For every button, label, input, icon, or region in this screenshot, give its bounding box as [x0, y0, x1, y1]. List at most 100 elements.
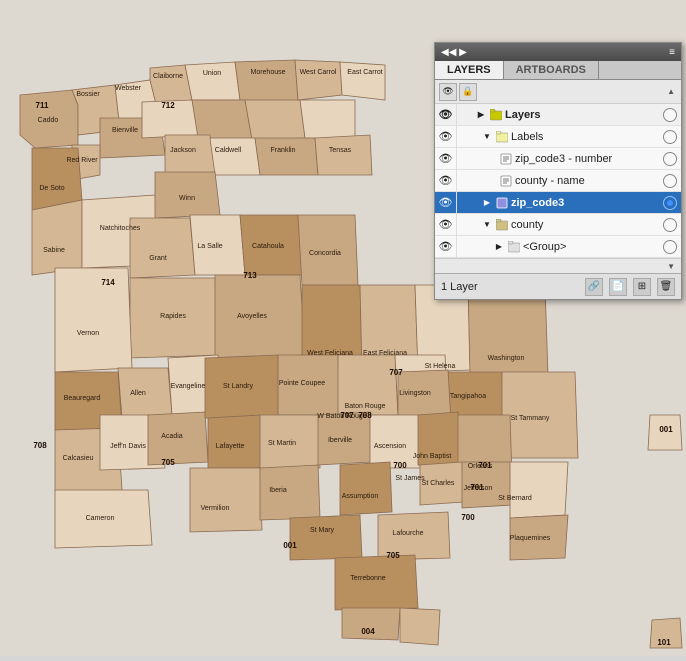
- panel-header: ◀◀ ▶ ≡: [435, 43, 681, 61]
- panel-footer: 1 Layer 🔗 📄 ⊞ 🗑: [435, 273, 681, 299]
- scroll-down-btn[interactable]: ▼: [665, 262, 677, 271]
- layer-eye-group[interactable]: 👁: [435, 236, 457, 258]
- stmary-parish: [290, 515, 362, 560]
- coastal-101: [650, 618, 682, 648]
- grant-parish: [130, 218, 195, 278]
- layer-eye-county[interactable]: 👁: [435, 214, 457, 236]
- layer-expand-county[interactable]: ▼: [481, 219, 493, 231]
- layer-county-icon: [495, 218, 509, 232]
- layer-row-county[interactable]: 👁 ▼ county: [435, 214, 681, 236]
- lafayette-parish: [208, 415, 262, 468]
- lock-icon: 🔒: [462, 86, 473, 97]
- layer-group-icon: [507, 240, 521, 254]
- layer-zip-number-icon: [499, 152, 513, 166]
- layer-expand-zip-number: [493, 153, 497, 165]
- layer-circle-group[interactable]: [663, 240, 677, 254]
- lafourche-parish: [378, 512, 450, 560]
- layer-row-layers[interactable]: 👁 ▶ Layers: [435, 104, 681, 126]
- avoyelles-parish: [215, 275, 305, 358]
- layer-lock-county-name: [457, 170, 471, 192]
- terrebonne-parish: [335, 555, 418, 610]
- catahoula-parish: [240, 215, 302, 275]
- ouachita-parish: [192, 100, 252, 140]
- stcharles-parish: [420, 462, 464, 505]
- layer-name-zip-number: zip_code3 - number: [515, 153, 663, 165]
- scroll-up-btn[interactable]: ▲: [665, 87, 677, 96]
- layer-row-county-name[interactable]: 👁 county - name: [435, 170, 681, 192]
- tab-artboards[interactable]: ARTBOARDS: [504, 61, 599, 79]
- layers-panel: ◀◀ ▶ ≡ LAYERS ARTBOARDS 👁 🔒 ▲ 👁 ▶: [434, 42, 682, 300]
- morehouse-parish: [235, 60, 298, 100]
- madison-parish: [300, 100, 355, 138]
- pointecoupee-parish: [278, 355, 340, 415]
- layer-circle-labels[interactable]: [663, 130, 677, 144]
- stmartin-parish: [260, 415, 320, 468]
- eye-icon: 👁: [442, 86, 453, 97]
- iberville-parish: [318, 412, 372, 465]
- link-layers-btn[interactable]: 🔗: [585, 278, 603, 296]
- layer-circle-zip-code3[interactable]: [663, 196, 677, 210]
- eye-toggle-btn[interactable]: 👁: [439, 83, 457, 101]
- layer-row-group[interactable]: 👁 ▶ <Group>: [435, 236, 681, 258]
- layer-eye-zip-code3[interactable]: 👁: [435, 192, 457, 214]
- layer-expand-labels[interactable]: ▼: [481, 131, 493, 143]
- lock-btn[interactable]: 🔒: [459, 83, 477, 101]
- ascension-parish: [370, 415, 420, 468]
- panel-menu-icon[interactable]: ≡: [669, 47, 675, 58]
- allen-parish: [118, 368, 172, 418]
- layer-labels-folder-icon: [495, 130, 509, 144]
- layer-circle-layers[interactable]: [663, 108, 677, 122]
- sabine-parish: [32, 200, 82, 275]
- layer-circle-zip-number[interactable]: [663, 152, 677, 166]
- lincoln-parish: [142, 100, 198, 138]
- layer-lock-labels: [457, 126, 471, 148]
- panel-collapse-icons[interactable]: ◀◀ ▶: [441, 47, 467, 58]
- layer-eye-zip-number[interactable]: 👁: [435, 148, 457, 170]
- layer-circle-county-name[interactable]: [663, 174, 677, 188]
- layer-expand-group[interactable]: ▶: [493, 241, 505, 253]
- layer-row-zip-number[interactable]: 👁 zip_code3 - number: [435, 148, 681, 170]
- caldwell-parish: [210, 138, 260, 175]
- peninsula-area: [342, 608, 400, 640]
- layer-eye-labels[interactable]: 👁: [435, 126, 457, 148]
- layer-eye-county-name[interactable]: 👁: [435, 170, 457, 192]
- layer-row-zip-code3[interactable]: 👁 ▶ zip_code3: [435, 192, 681, 214]
- lasalle-parish: [190, 215, 245, 275]
- stlandry-parish: [205, 355, 278, 418]
- richland-parish: [245, 100, 305, 140]
- copy-layer-btn[interactable]: ⊞: [633, 278, 651, 296]
- caddo-parish: [20, 90, 78, 148]
- new-layer-btn[interactable]: 📄: [609, 278, 627, 296]
- jefferson-south-parish: [462, 462, 512, 508]
- stjohnthebaptist-parish: [418, 412, 460, 468]
- layer-row-labels[interactable]: 👁 ▼ Labels: [435, 126, 681, 148]
- layer-name-group: <Group>: [523, 241, 663, 253]
- layer-zip-code3-icon: [495, 196, 509, 210]
- layer-name-labels: Labels: [511, 131, 663, 143]
- layer-expand-zip-code3[interactable]: ▶: [481, 197, 493, 209]
- tab-layers[interactable]: LAYERS: [435, 61, 504, 79]
- layer-folder-icon: [489, 108, 503, 122]
- sttammany-parish: [502, 372, 578, 458]
- layer-eye-layers[interactable]: 👁: [435, 104, 457, 126]
- layer-name-county-name: county - name: [515, 175, 663, 187]
- layer-expand-layers[interactable]: ▶: [475, 109, 487, 121]
- vernon-parish: [55, 268, 132, 372]
- cameron-parish: [55, 490, 152, 548]
- layer-lock-group: [457, 236, 471, 258]
- desoto-parish: [32, 148, 82, 210]
- panel-tabs: LAYERS ARTBOARDS: [435, 61, 681, 80]
- peninsula-east: [400, 608, 440, 645]
- acadia-parish: [148, 412, 208, 465]
- tensas-parish: [315, 135, 372, 175]
- vermilion-parish: [190, 468, 262, 532]
- union-parish: [185, 62, 240, 100]
- wbatonrouge-parish: [338, 355, 398, 415]
- layer-county-name-icon: [499, 174, 513, 188]
- stbernard-parish: [510, 462, 568, 518]
- delete-layer-btn[interactable]: 🗑: [657, 278, 675, 296]
- winn-parish: [155, 172, 220, 218]
- layer-count-label: 1 Layer: [441, 281, 579, 293]
- layer-circle-county[interactable]: [663, 218, 677, 232]
- assumption-parish: [340, 462, 392, 515]
